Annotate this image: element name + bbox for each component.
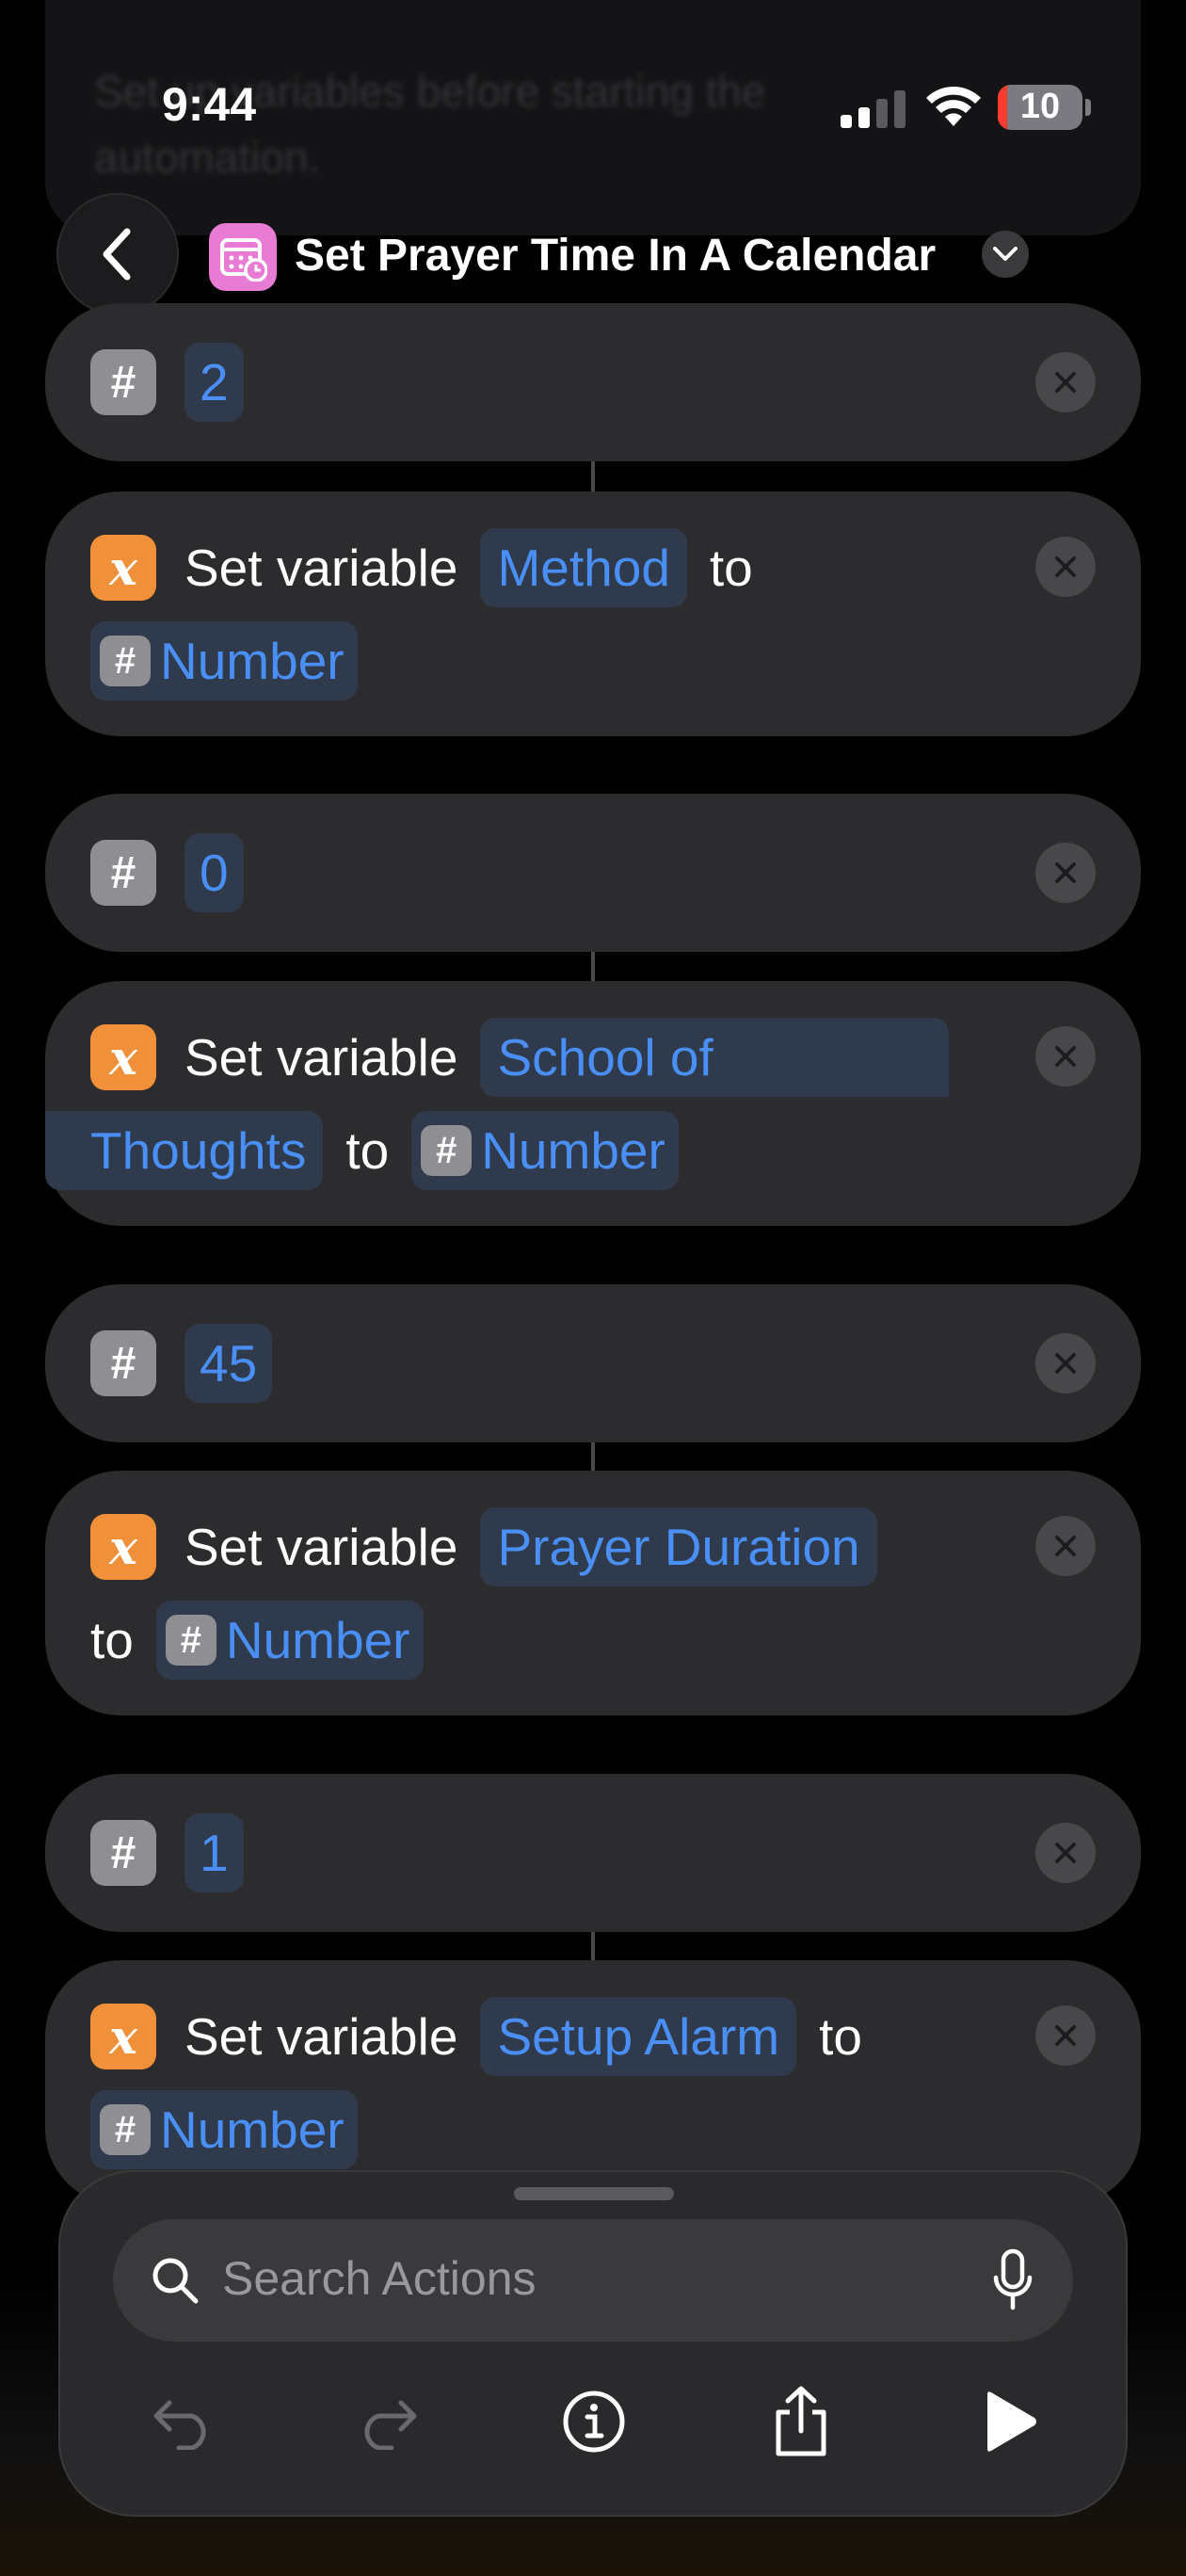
set-variable-label: Set variable: [184, 539, 458, 597]
remove-action-button[interactable]: [1035, 1823, 1096, 1883]
number-action-card[interactable]: # 1: [45, 1774, 1141, 1932]
number-variable-label: Number: [225, 1611, 410, 1669]
search-placeholder: Search Actions: [222, 2252, 537, 2305]
set-variable-action-card[interactable]: x Set variable Setup Alarm to # Number: [45, 1960, 1141, 2205]
remove-action-button[interactable]: [1035, 1026, 1096, 1087]
chevron-down-icon: [993, 247, 1018, 261]
redo-button[interactable]: [346, 2381, 427, 2462]
close-icon: [1055, 556, 1076, 577]
cellular-signal-icon: [841, 90, 906, 128]
status-time: 9:44: [162, 78, 257, 131]
remove-action-button[interactable]: [1035, 537, 1096, 597]
battery-indicator: 10: [998, 85, 1082, 130]
set-variable-action-card[interactable]: x Set variable Method to # Number: [45, 491, 1141, 736]
undo-button[interactable]: [143, 2381, 224, 2462]
run-button[interactable]: [970, 2381, 1050, 2462]
remove-action-button[interactable]: [1035, 1333, 1096, 1393]
close-icon: [1055, 372, 1076, 393]
number-value[interactable]: 45: [184, 1324, 273, 1403]
battery-cap: [1085, 99, 1091, 116]
actions-bottom-sheet[interactable]: Search Actions: [58, 2170, 1128, 2517]
number-value[interactable]: 2: [184, 343, 244, 422]
close-icon: [1055, 2025, 1076, 2046]
set-variable-action-card[interactable]: x Set variable Prayer Duration to # Numb…: [45, 1471, 1141, 1715]
number-icon: #: [100, 636, 151, 686]
back-button[interactable]: [56, 193, 179, 315]
action-connector: [591, 1442, 595, 1473]
to-label: to: [345, 1121, 390, 1180]
set-variable-label: Set variable: [184, 1518, 458, 1576]
number-value[interactable]: 1: [184, 1813, 244, 1892]
number-variable-token[interactable]: # Number: [155, 1601, 424, 1680]
set-variable-label: Set variable: [184, 1028, 458, 1087]
microphone-icon[interactable]: [990, 2247, 1035, 2313]
variable-name[interactable]: Prayer Duration: [480, 1507, 877, 1586]
undo-icon: [153, 2400, 206, 2450]
variable-name[interactable]: Method: [480, 528, 687, 607]
shortcut-title[interactable]: Set Prayer Time In A Calendar: [295, 226, 936, 286]
remove-action-button[interactable]: [1035, 352, 1096, 412]
variable-icon: x: [90, 1024, 156, 1090]
share-button[interactable]: [761, 2381, 841, 2462]
wifi-icon: [926, 86, 981, 126]
redo-icon: [364, 2400, 417, 2450]
info-icon: [563, 2391, 625, 2453]
remove-action-button[interactable]: [1035, 2005, 1096, 2066]
chevron-left-icon: [103, 228, 131, 281]
share-icon: [776, 2386, 826, 2456]
number-variable-label: Number: [160, 632, 345, 690]
sheet-grabber[interactable]: [514, 2187, 674, 2200]
close-icon: [1055, 1843, 1076, 1863]
number-icon: #: [421, 1125, 473, 1176]
to-label: to: [819, 2007, 862, 2066]
number-variable-token[interactable]: # Number: [90, 621, 358, 700]
variable-icon: x: [90, 2004, 156, 2069]
search-actions-field[interactable]: Search Actions: [113, 2219, 1073, 2342]
number-icon: #: [90, 349, 156, 415]
variable-icon: x: [90, 535, 156, 601]
number-variable-label: Number: [160, 2101, 345, 2159]
set-variable-label: Set variable: [184, 2007, 458, 2066]
set-variable-action-card[interactable]: x Set variable School of Thoughts to # N…: [45, 981, 1141, 1226]
action-connector: [591, 461, 595, 491]
battery-level: 10: [1019, 87, 1061, 126]
action-connector: [591, 1932, 595, 1962]
number-icon: #: [100, 2104, 151, 2155]
close-icon: [1055, 1046, 1076, 1067]
number-icon: #: [165, 1615, 216, 1666]
info-button[interactable]: [553, 2381, 634, 2462]
number-variable-label: Number: [481, 1121, 665, 1180]
variable-name-line1[interactable]: School of: [480, 1018, 949, 1097]
variable-name-line2[interactable]: Thoughts: [45, 1111, 324, 1190]
number-variable-token[interactable]: # Number: [90, 2090, 358, 2169]
action-connector: [591, 952, 595, 982]
remove-action-button[interactable]: [1035, 1516, 1096, 1576]
number-action-card[interactable]: # 0: [45, 794, 1141, 952]
number-icon: #: [90, 1330, 156, 1396]
variable-icon: x: [90, 1514, 156, 1580]
to-label: to: [709, 539, 753, 597]
close-icon: [1055, 862, 1076, 883]
remove-action-button[interactable]: [1035, 843, 1096, 903]
number-value[interactable]: 0: [184, 833, 244, 912]
to-label: to: [90, 1611, 134, 1669]
search-icon: [152, 2258, 199, 2304]
number-variable-token[interactable]: # Number: [411, 1111, 679, 1190]
calendar-icon: [220, 238, 267, 282]
number-action-card[interactable]: # 45: [45, 1284, 1141, 1442]
shortcut-calendar-icon[interactable]: [209, 223, 277, 291]
number-icon: #: [90, 840, 156, 906]
variable-name[interactable]: Setup Alarm: [480, 1997, 797, 2076]
close-icon: [1055, 1353, 1076, 1374]
number-icon: #: [90, 1820, 156, 1886]
close-icon: [1055, 1536, 1076, 1556]
title-menu-button[interactable]: [982, 231, 1029, 278]
number-action-card[interactable]: # 2: [45, 303, 1141, 461]
play-icon: [987, 2391, 1036, 2452]
